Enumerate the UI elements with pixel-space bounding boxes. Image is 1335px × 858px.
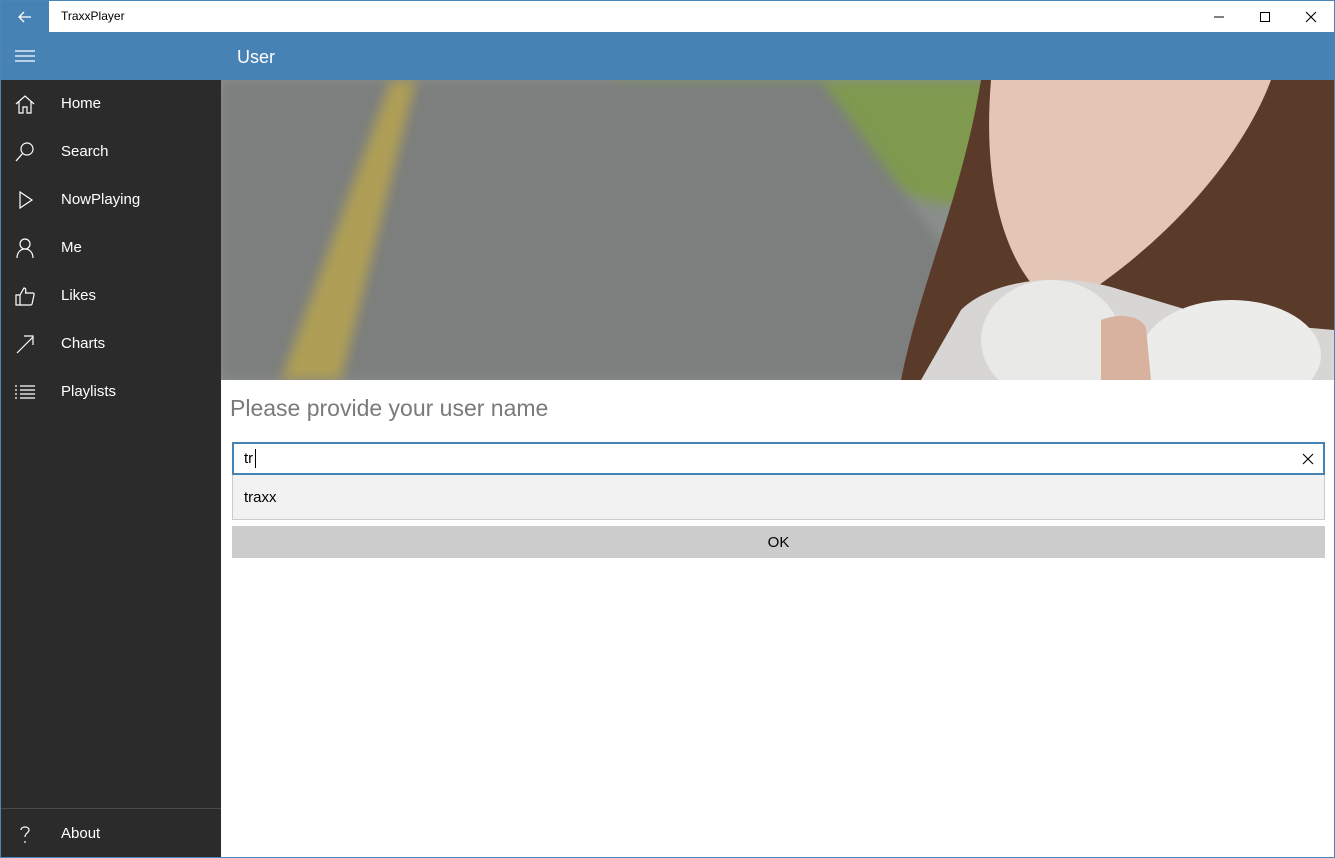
help-icon xyxy=(13,822,37,846)
sidebar-item-search[interactable]: Search xyxy=(1,128,221,176)
ok-button[interactable]: OK xyxy=(232,526,1325,558)
app-header: User xyxy=(1,32,1334,80)
back-button[interactable] xyxy=(1,1,49,32)
sidebar-item-label: Home xyxy=(61,95,102,112)
sidebar-item-label: Search xyxy=(61,143,109,160)
clear-input-button[interactable] xyxy=(1297,448,1319,470)
sidebar-item-nowplaying[interactable]: NowPlaying xyxy=(1,176,221,224)
sidebar-item-label: Likes xyxy=(61,287,97,304)
hamburger-menu-button[interactable] xyxy=(1,32,49,80)
sidebar-item-label: Charts xyxy=(61,335,106,352)
user-icon xyxy=(13,236,37,260)
hero-photo-illustration xyxy=(221,80,1334,380)
sidebar-item-label: Me xyxy=(61,239,82,256)
close-button[interactable] xyxy=(1288,1,1334,32)
home-icon xyxy=(13,92,37,116)
title-bar: TraxxPlayer xyxy=(1,1,1334,32)
sidebar-item-me[interactable]: Me xyxy=(1,224,221,272)
close-icon xyxy=(1305,11,1317,22)
minimize-button[interactable] xyxy=(1196,1,1242,32)
sidebar-item-home[interactable]: Home xyxy=(1,80,221,128)
sidebar-item-charts[interactable]: Charts xyxy=(1,320,221,368)
sidebar-item-label: Playlists xyxy=(61,383,117,400)
sidebar-item-label: About xyxy=(61,825,101,842)
back-arrow-icon xyxy=(18,11,31,22)
suggestion-item[interactable]: traxx xyxy=(244,489,277,506)
username-input[interactable]: tr xyxy=(232,442,1325,475)
search-icon xyxy=(13,140,37,164)
minimize-icon xyxy=(1214,16,1224,17)
sidebar-item-about[interactable]: About xyxy=(1,810,221,858)
sidebar: Home Search NowPlaying Me Likes Charts P… xyxy=(1,80,221,857)
hero-image xyxy=(221,80,1334,380)
play-icon xyxy=(13,188,37,212)
sidebar-item-likes[interactable]: Likes xyxy=(1,272,221,320)
trend-arrow-icon xyxy=(13,332,37,356)
clear-icon xyxy=(1302,453,1314,465)
sidebar-item-playlists[interactable]: Playlists xyxy=(1,368,221,416)
page-title: User xyxy=(237,47,276,67)
maximize-icon xyxy=(1260,11,1270,22)
maximize-button[interactable] xyxy=(1242,1,1288,32)
sidebar-divider xyxy=(1,808,221,809)
list-icon xyxy=(13,380,37,404)
suggestion-list: traxx xyxy=(232,475,1325,520)
username-input-value: tr xyxy=(244,450,254,467)
thumbs-up-icon xyxy=(13,284,37,308)
app-title: TraxxPlayer xyxy=(61,9,125,23)
app-window: TraxxPlayer User Home Search NowPlaying … xyxy=(0,0,1335,858)
sidebar-item-label: NowPlaying xyxy=(61,191,141,208)
hamburger-icon xyxy=(15,50,35,62)
username-prompt: Please provide your user name xyxy=(230,395,549,421)
text-caret xyxy=(255,449,256,468)
